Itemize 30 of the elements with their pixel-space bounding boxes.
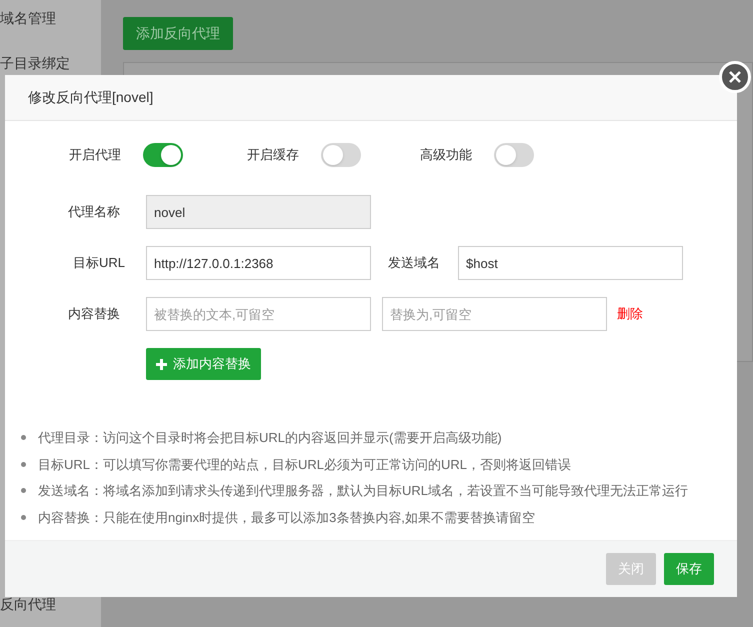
bullet-icon — [21, 462, 26, 467]
note-text: 代理目录：访问这个目录时将会把目标URL的内容返回并显示(需要开启高级功能) — [38, 429, 502, 447]
sidebar-item[interactable]: 反向代理 — [0, 594, 56, 615]
note-text: 发送域名：将域名添加到请求头传递到代理服务器，默认为目标URL域名，若设置不当可能导致代理无法正常运行 — [38, 482, 688, 500]
input-field[interactable]: http://127.0.0.1:2368 — [146, 246, 371, 280]
note-text: 目标URL：可以填写你需要代理的站点，目标URL必须为可正常访问的URL，否则将返回错误 — [38, 456, 572, 474]
save-button[interactable]: 保存 — [664, 553, 714, 585]
input-field[interactable]: 替换为,可留空 — [382, 297, 607, 331]
toggle-switch[interactable] — [494, 143, 534, 167]
toggle-label: 高级功能 — [420, 146, 472, 164]
field-label: 发送域名 — [388, 254, 441, 272]
note-text: 内容替换：只能在使用nginx时提供，最多可以添加3条替换内容,如果不需要替换请留空 — [38, 508, 535, 527]
bullet-icon — [21, 514, 26, 520]
field-label: 内容替换 — [67, 305, 121, 324]
bullet-icon — [21, 488, 26, 494]
input-field[interactable]: 被替换的文本,可留空 — [146, 297, 371, 331]
dialog-title: 修改反向代理[novel] — [28, 88, 154, 107]
toggle-label: 开启缓存 — [247, 146, 299, 164]
delete-link[interactable]: 删除 — [617, 304, 643, 324]
field-label: 目标URL — [72, 254, 126, 272]
toggle-label: 开启代理 — [69, 146, 121, 164]
bullet-icon — [21, 435, 26, 440]
toggle-switch[interactable] — [321, 143, 361, 167]
toggle-switch[interactable] — [143, 143, 183, 167]
sidebar-item[interactable]: 子目录绑定 — [0, 53, 70, 74]
add-replace-button[interactable]: 添加内容替换 — [146, 348, 261, 380]
input-field[interactable]: $host — [458, 246, 683, 280]
sidebar-item[interactable]: 域名管理 — [0, 8, 56, 29]
plus-icon — [156, 358, 167, 370]
field-label: 代理名称 — [67, 203, 121, 222]
